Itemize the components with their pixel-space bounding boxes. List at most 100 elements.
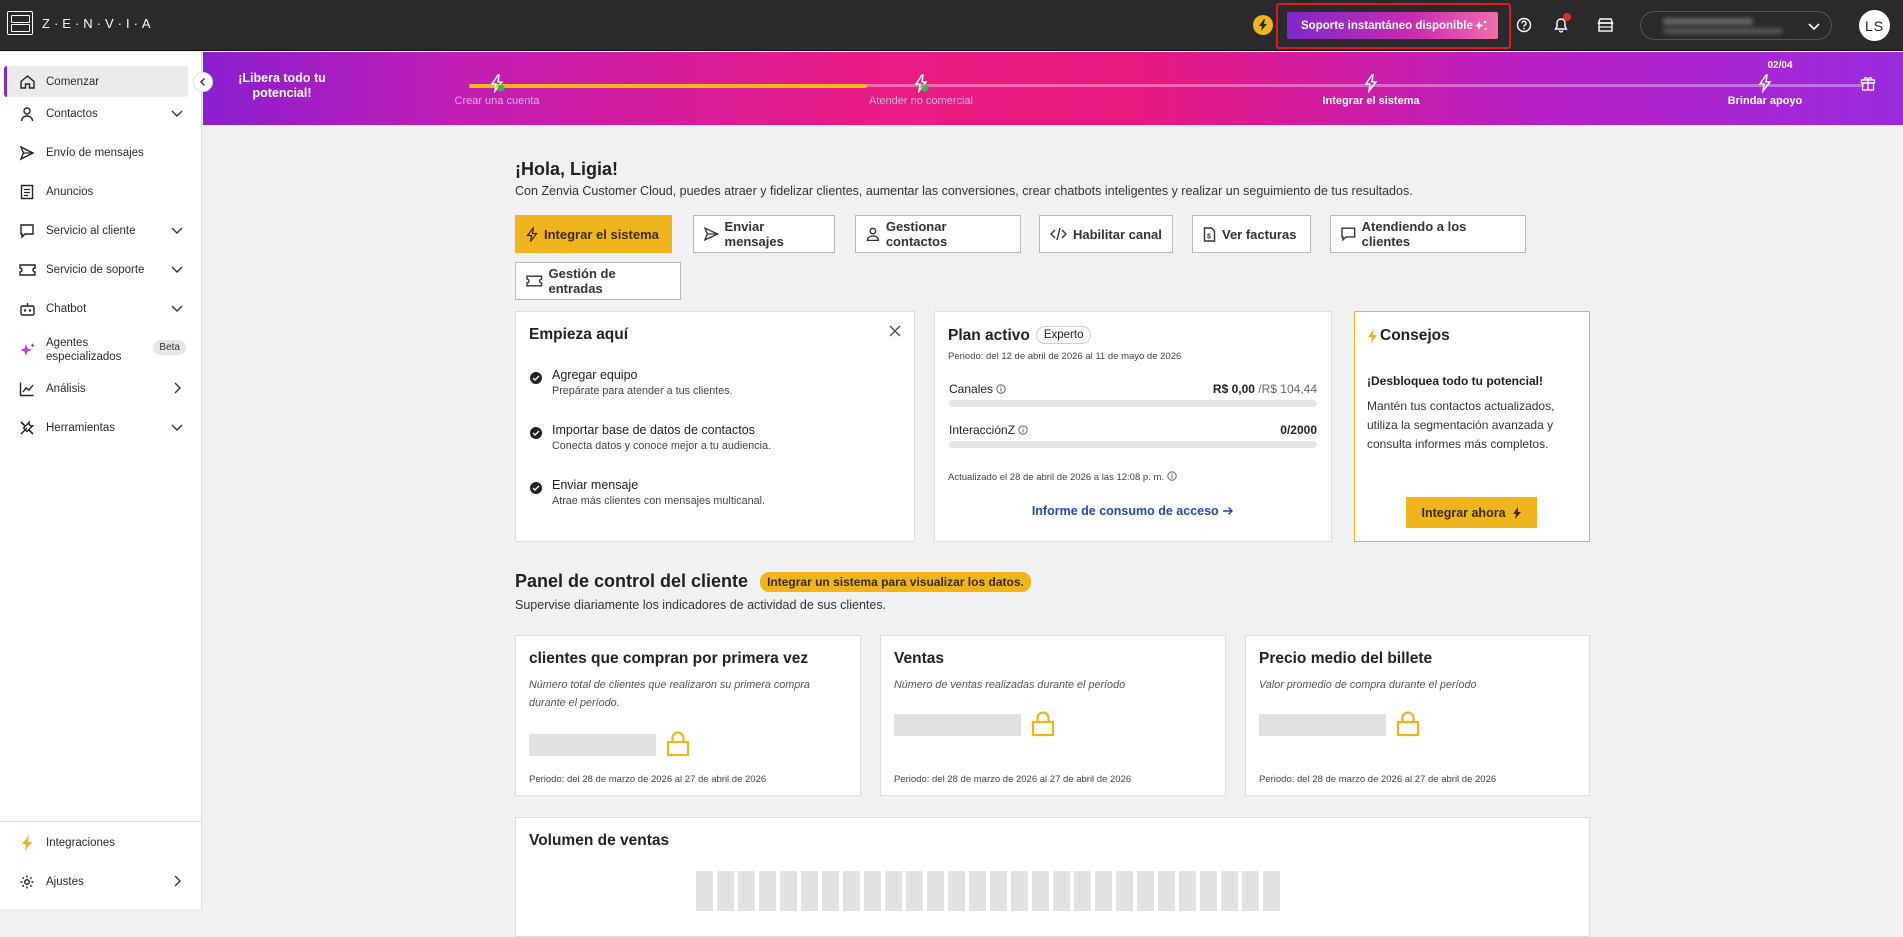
- tools-icon: [18, 419, 36, 437]
- sidebar-item-agentes[interactable]: Agentes especializados Beta: [4, 330, 188, 370]
- volume-placeholder-bar: [1242, 871, 1259, 911]
- avatar[interactable]: LS: [1859, 10, 1890, 41]
- button-label: Ver facturas: [1222, 226, 1297, 242]
- info-icon[interactable]: [1018, 425, 1029, 435]
- volume-title: Volumen de ventas: [529, 832, 670, 849]
- check-icon: [530, 482, 542, 494]
- bolt-icon[interactable]: [1253, 15, 1273, 35]
- send-icon: [18, 144, 36, 162]
- attending-customers-button[interactable]: Atendiendo a los clientes: [1330, 215, 1526, 253]
- code-icon: [1050, 227, 1067, 241]
- ticket-management-button[interactable]: Gestión de entradas: [515, 262, 681, 300]
- send-messages-button[interactable]: Enviar mensajes: [693, 215, 835, 253]
- step-done-bolt-icon: [914, 74, 929, 93]
- sidebar-item-servicio-soporte[interactable]: Servicio de soporte: [4, 254, 188, 285]
- manage-contacts-button[interactable]: Gestionar contactos: [855, 215, 1021, 253]
- bolt-icon: [1512, 506, 1521, 519]
- integrate-system-button[interactable]: Integrar el sistema: [515, 215, 672, 253]
- todo-item[interactable]: Agregar equipo Prepárate para atender a …: [530, 368, 733, 397]
- consumption-report-link[interactable]: Informe de consumo de acceso: [935, 504, 1331, 518]
- volume-placeholder-bar: [1116, 871, 1133, 911]
- person-icon: [18, 105, 36, 123]
- gift-icon[interactable]: [1860, 75, 1876, 91]
- integrate-now-button[interactable]: Integrar ahora: [1406, 497, 1537, 528]
- volume-placeholder-bar: [1011, 871, 1028, 911]
- sidebar-item-contactos[interactable]: Contactos: [4, 98, 188, 129]
- document-icon: [18, 183, 36, 201]
- person-icon: [866, 227, 880, 241]
- active-plan-card: Plan activo Experto Periodo: del 12 de ab…: [934, 311, 1332, 542]
- onboarding-banner: ¡Libera todo tu potencial! 02/04 Crear u…: [203, 52, 1903, 125]
- sidebar-item-integraciones[interactable]: Integraciones: [4, 827, 188, 858]
- todo-subtitle: Conecta datos y conoce mejor a tu audien…: [552, 440, 772, 452]
- sidebar-item-analisis[interactable]: Análisis: [4, 373, 188, 404]
- sidebar-item-servicio-cliente[interactable]: Servicio al cliente: [4, 215, 188, 246]
- account-selector[interactable]: [1640, 11, 1832, 40]
- sidebar-item-herramientas[interactable]: Herramientas: [4, 412, 188, 443]
- lock-icon: [1031, 711, 1055, 737]
- sidebar-item-envio-mensajes[interactable]: Envío de mensajes: [4, 137, 188, 168]
- instant-support-button[interactable]: Soporte instantáneo disponible: [1287, 12, 1498, 39]
- dashboard-badge: Integrar un sistema para visualizar los …: [760, 571, 1031, 592]
- top-bar: Z·E·N·V·I·A Soporte instantáneo disponib…: [0, 0, 1903, 51]
- volume-placeholder-bar: [1158, 871, 1175, 911]
- step-label-brindar-apoyo[interactable]: Brindar apoyo: [1728, 95, 1803, 107]
- enable-channel-button[interactable]: Habilitar canal: [1039, 215, 1173, 253]
- ticket-icon: [526, 275, 543, 287]
- collapse-sidebar-button[interactable]: [193, 72, 213, 92]
- info-icon[interactable]: [1167, 471, 1177, 481]
- kpi-card-first-buyers: clientes que compran por primera vez Núm…: [515, 635, 861, 796]
- volume-placeholder-bar: [948, 871, 965, 911]
- channels-label: Canales: [949, 382, 994, 396]
- chevron-down-icon: [171, 110, 183, 117]
- volume-placeholder-bar: [885, 871, 902, 911]
- bolt-icon: [526, 226, 538, 242]
- plan-period: Periodo: del 12 de abril de 2026 al 11 d…: [948, 351, 1182, 362]
- info-icon[interactable]: [996, 384, 1007, 394]
- volume-placeholder-bars: [696, 871, 1280, 911]
- step-label-integrar[interactable]: Integrar el sistema: [1322, 95, 1419, 107]
- volume-placeholder-bar: [717, 871, 734, 911]
- interactions-label: InteracciónZ: [949, 423, 1016, 437]
- sidebar-item-label: Análisis: [46, 382, 86, 395]
- kpi-period: Periodo: del 28 de marzo de 2026 al 27 d…: [894, 774, 1132, 785]
- sidebar-item-comenzar[interactable]: Comenzar: [4, 66, 188, 97]
- todo-title: Importar base de datos de contactos: [552, 423, 755, 437]
- sidebar-item-anuncios[interactable]: Anuncios: [4, 176, 188, 207]
- store-icon[interactable]: [1595, 15, 1615, 35]
- help-icon[interactable]: [1514, 15, 1534, 35]
- kpi-description: Número total de clientes que realizaron …: [529, 679, 810, 709]
- check-icon: [530, 372, 542, 384]
- volume-placeholder-bar: [1137, 871, 1154, 911]
- link-label: Informe de consumo de acceso: [1031, 504, 1219, 518]
- sidebar-item-chatbot[interactable]: Chatbot: [4, 293, 188, 324]
- close-icon[interactable]: [888, 324, 902, 338]
- home-icon: [18, 73, 36, 91]
- chevron-left-icon: [200, 78, 205, 86]
- sidebar-item-ajustes[interactable]: Ajustes: [4, 866, 188, 897]
- chat-icon: [18, 222, 36, 240]
- step-label-atender[interactable]: Atender no comercial: [869, 95, 973, 107]
- step-done-bolt-icon: [490, 74, 505, 93]
- volume-placeholder-bar: [780, 871, 797, 911]
- volume-placeholder-bar: [1263, 871, 1280, 911]
- todo-item[interactable]: Importar base de datos de contactos Cone…: [530, 423, 771, 452]
- sidebar-item-label: Anuncios: [46, 185, 94, 198]
- sparkle-icon: [1474, 20, 1487, 30]
- svg-text:$: $: [1207, 233, 1211, 240]
- tips-title-row: Consejos: [1367, 327, 1450, 345]
- view-invoices-button[interactable]: $ Ver facturas: [1192, 215, 1311, 253]
- step-label-crear-cuenta[interactable]: Crear una cuenta: [455, 95, 540, 107]
- chevron-right-icon: [174, 382, 181, 394]
- tips-headline: ¡Desbloquea todo tu potencial!: [1367, 374, 1543, 388]
- todo-subtitle: Prepárate para atender a tus clientes.: [552, 385, 733, 397]
- bell-icon[interactable]: [1551, 13, 1571, 35]
- kpi-value-placeholder: [529, 734, 656, 756]
- todo-item[interactable]: Enviar mensaje Atrae más clientes con me…: [530, 478, 765, 507]
- volume-placeholder-bar: [1221, 871, 1238, 911]
- kpi-card-average-ticket: Precio medio del billete Valor promedio …: [1245, 635, 1590, 796]
- todo-title: Enviar mensaje: [552, 478, 639, 492]
- zenvia-logo[interactable]: Z·E·N·V·I·A: [7, 11, 155, 35]
- channels-row: Canales R$ 0,00 /R$ 104,44: [949, 382, 1317, 396]
- channels-usage-bar: [949, 400, 1317, 407]
